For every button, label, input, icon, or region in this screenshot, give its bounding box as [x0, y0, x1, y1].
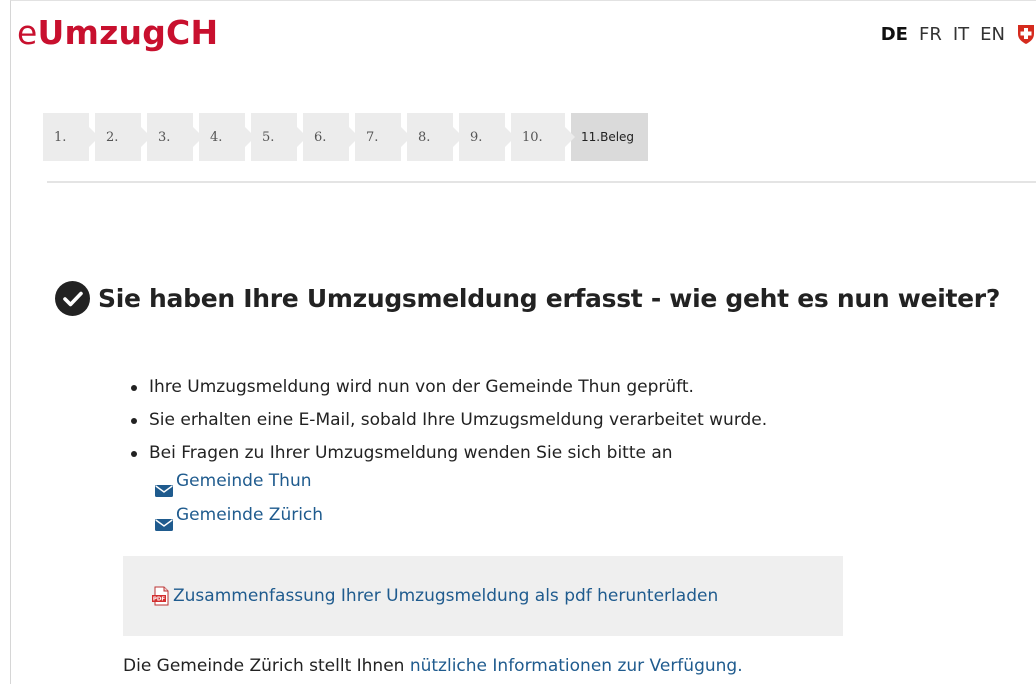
step-1[interactable]: 1.	[43, 113, 99, 161]
language-switcher: DE FR IT EN	[881, 23, 1036, 45]
download-pdf-link[interactable]: PDF Zusammenfassung Ihrer Umzugsmeldung …	[151, 586, 718, 606]
step-label: 9.	[470, 129, 483, 145]
step-label: 10.	[522, 129, 543, 145]
download-box: PDF Zusammenfassung Ihrer Umzugsmeldung …	[123, 556, 843, 636]
step-11-active[interactable]: 11.Beleg	[571, 113, 649, 161]
page-title: Sie haben Ihre Umzugsmeldung erfasst - w…	[98, 284, 1001, 313]
lang-en[interactable]: EN	[980, 24, 1005, 45]
step-9[interactable]: 9.	[459, 113, 515, 161]
list-item: Sie erhalten eine E-Mail, sobald Ihre Um…	[129, 404, 767, 437]
step-label: 1.	[54, 129, 67, 145]
brand-logo[interactable]: eUmzugCH	[17, 13, 218, 53]
step-8[interactable]: 8.	[407, 113, 463, 161]
brand-prefix: e	[17, 13, 38, 52]
footer-note: Die Gemeinde Zürich stellt Ihnen nützlic…	[123, 656, 743, 676]
progress-steps: 1. 2. 3. 4. 5. 6. 7. 8. 9. 10. 11.Beleg	[43, 113, 649, 161]
svg-text:PDF: PDF	[153, 597, 166, 603]
contact-link-thun[interactable]: Gemeinde Thun	[155, 464, 323, 498]
step-label: 7.	[366, 129, 379, 145]
step-label: 2.	[106, 129, 119, 145]
step-4[interactable]: 4.	[199, 113, 255, 161]
lang-it[interactable]: IT	[953, 24, 969, 45]
contact-links: Gemeinde Thun Gemeinde Zürich	[155, 464, 323, 532]
lang-de[interactable]: DE	[881, 24, 908, 45]
step-label: 6.	[314, 129, 327, 145]
step-7[interactable]: 7.	[355, 113, 411, 161]
step-label: 8.	[418, 129, 431, 145]
step-label: 11.Beleg	[581, 130, 635, 144]
check-circle-icon	[55, 281, 90, 316]
envelope-icon	[155, 509, 173, 531]
contact-link-label: Gemeinde Thun	[176, 471, 312, 491]
list-item: Ihre Umzugsmeldung wird nun von der Geme…	[129, 371, 767, 404]
step-10[interactable]: 10.	[511, 113, 575, 161]
swiss-cross-icon	[1016, 23, 1036, 45]
download-label: Zusammenfassung Ihrer Umzugsmeldung als …	[173, 586, 719, 606]
step-5[interactable]: 5.	[251, 113, 307, 161]
step-2[interactable]: 2.	[95, 113, 151, 161]
contact-link-label: Gemeinde Zürich	[176, 505, 324, 525]
step-label: 3.	[158, 129, 171, 145]
step-3[interactable]: 3.	[147, 113, 203, 161]
envelope-icon	[155, 475, 173, 497]
step-label: 4.	[210, 129, 223, 145]
footer-text: Die Gemeinde Zürich stellt Ihnen	[123, 656, 410, 676]
brand-name: UmzugCH	[37, 13, 219, 52]
divider	[47, 181, 1036, 183]
contact-link-zurich[interactable]: Gemeinde Zürich	[155, 498, 323, 532]
step-6[interactable]: 6.	[303, 113, 359, 161]
step-label: 5.	[262, 129, 275, 145]
lang-fr[interactable]: FR	[919, 24, 942, 45]
pdf-icon: PDF	[151, 586, 171, 606]
page: eUmzugCH DE FR IT EN 1. 2. 3. 4. 5. 6. 7…	[10, 0, 1036, 684]
info-list: Ihre Umzugsmeldung wird nun von der Geme…	[129, 371, 767, 470]
confirmation-heading: Sie haben Ihre Umzugsmeldung erfasst - w…	[55, 281, 1000, 316]
useful-info-link[interactable]: nützliche Informationen zur Verfügung.	[410, 656, 743, 676]
